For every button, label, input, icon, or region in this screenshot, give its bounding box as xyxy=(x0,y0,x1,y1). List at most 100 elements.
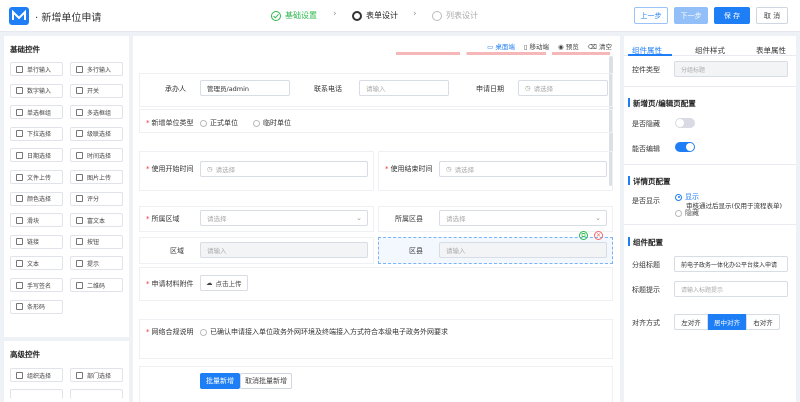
control-time-picker[interactable]: 时间选择 xyxy=(70,148,123,163)
form-row[interactable] xyxy=(139,319,613,359)
control-rich-text[interactable]: 富文本 xyxy=(70,213,123,228)
clear-button[interactable]: ⌫ 清空 xyxy=(588,41,612,51)
control-qrcode[interactable]: 二维码 xyxy=(70,278,123,292)
copy-icon[interactable]: ⧉ xyxy=(579,231,588,240)
step-basic-settings[interactable]: 基础设置 xyxy=(271,10,317,21)
control-link[interactable]: 链接 xyxy=(10,234,63,249)
compliance-checkbox[interactable]: 已确认申请接入单位政务外网环境及终端接入方式符合本级电子政务外网要求 xyxy=(200,327,448,337)
slider-icon xyxy=(16,216,23,224)
show-label: 是否显示 xyxy=(632,197,660,205)
control-signature[interactable]: 手写签名 xyxy=(10,278,63,292)
county-select[interactable]: 请选择 ⌄ xyxy=(439,210,607,226)
step-list-design[interactable]: 列表设计 xyxy=(432,10,478,21)
chevron-right-icon: › xyxy=(333,9,337,19)
align-left-button[interactable]: 左对齐 xyxy=(674,314,708,330)
align-right-button[interactable]: 右对齐 xyxy=(746,314,780,330)
control-color-picker[interactable]: 颜色选择 xyxy=(10,191,63,206)
chevron-right-icon: › xyxy=(413,9,417,19)
district-input[interactable]: 请输入 xyxy=(439,242,607,258)
control-org-select[interactable]: 组织选择 xyxy=(10,368,63,382)
region-label: 区域 xyxy=(170,247,184,255)
desktop-view-button[interactable]: ▭ 桌面端 xyxy=(487,41,515,51)
control-type-label: 控件类型 xyxy=(632,66,660,74)
control-select[interactable]: 下拉选择 xyxy=(10,126,63,141)
phone-input[interactable]: 请输入 xyxy=(359,80,449,96)
check-circle-icon xyxy=(271,10,281,21)
control-text-input[interactable]: 单行输入 xyxy=(10,62,63,76)
tab-component-props[interactable]: 组件属性 xyxy=(632,45,662,56)
link-icon xyxy=(16,238,23,246)
step-form-design[interactable]: 表单设计 xyxy=(352,10,398,21)
textarea-icon xyxy=(76,65,83,73)
control-checkbox-group[interactable]: 多选框组 xyxy=(70,105,123,120)
start-time-picker[interactable]: ◷ 请选择 xyxy=(200,161,368,177)
control-file-upload[interactable]: 文件上传 xyxy=(10,170,63,184)
property-panel xyxy=(624,36,796,402)
region-input[interactable]: 请输入 xyxy=(200,242,368,258)
tab-component-style[interactable]: 组件样式 xyxy=(695,45,725,56)
basic-controls-panel: 基础控件 单行输入 多行输入 数字输入 开关 单选框组 多选框组 下拉选择 级联选择 日期选择时… xyxy=(4,36,129,337)
apply-date-picker[interactable]: ◷ 请选择 xyxy=(518,80,608,96)
section-marker xyxy=(628,237,630,246)
editable-toggle[interactable] xyxy=(675,142,695,152)
control-switch[interactable]: 开关 xyxy=(70,83,123,98)
batch-add-button[interactable]: 批量新增 xyxy=(200,373,240,389)
hide-label: 是否隐藏 xyxy=(632,120,660,128)
control-dept-select[interactable]: 部门选择 xyxy=(70,368,123,382)
tip-icon xyxy=(76,259,83,267)
control-more[interactable] xyxy=(70,389,123,399)
control-more[interactable] xyxy=(10,389,63,399)
control-barcode[interactable]: 条形码 xyxy=(10,299,63,314)
save-button[interactable]: 保 存 xyxy=(714,7,750,24)
section-detail-page-config: 详情页配置 xyxy=(633,177,671,186)
divider xyxy=(624,164,796,165)
group-title-input[interactable]: 前电子政务一体化办公平台接入申请 xyxy=(674,256,788,272)
align-label: 对齐方式 xyxy=(632,319,660,327)
radio-hide[interactable]: 隐藏 xyxy=(675,208,699,218)
file-upload-icon xyxy=(16,173,23,181)
org-icon xyxy=(16,371,23,379)
compliance-label: * 网络合规说明 xyxy=(146,328,194,336)
preview-button[interactable]: ◉ 预览 xyxy=(558,41,579,51)
radio-formal-unit[interactable]: 正式单位 xyxy=(200,118,238,128)
select-icon xyxy=(16,130,23,138)
rate-icon xyxy=(76,195,83,203)
control-text[interactable]: 文本 xyxy=(10,256,63,271)
control-cascader[interactable]: 级联选择 xyxy=(70,126,123,141)
control-date-picker[interactable]: 日期选择 xyxy=(10,148,63,163)
pending-step-icon xyxy=(432,10,442,21)
control-button[interactable]: 按钮 xyxy=(70,234,123,249)
advanced-controls-panel: 高级控件 组织选择 部门选择 xyxy=(4,341,129,402)
prev-step-button[interactable]: 上一步 xyxy=(634,7,668,24)
section-component-config: 组件配置 xyxy=(633,238,663,247)
control-image-upload[interactable]: 图片上传 xyxy=(70,170,123,184)
next-step-button[interactable]: 下一步 xyxy=(674,7,708,24)
control-slider[interactable]: 滑块 xyxy=(10,213,63,228)
control-radio-group[interactable]: 单选框组 xyxy=(10,105,63,120)
align-center-button[interactable]: 居中对齐 xyxy=(708,314,746,330)
title-hint-label: 标题提示 xyxy=(632,286,660,294)
control-tip[interactable]: 提示 xyxy=(70,256,123,271)
phone-label: 联系电话 xyxy=(314,85,342,93)
divider xyxy=(624,224,796,225)
attachment-label: * 申请材料附件 xyxy=(146,280,194,288)
button-icon xyxy=(76,238,83,246)
delete-icon[interactable]: ✕ xyxy=(594,231,603,240)
upload-button[interactable]: ☁ 点击上传 xyxy=(200,275,248,291)
area-select[interactable]: 请选择 ⌄ xyxy=(200,210,368,226)
title-hint-input[interactable]: 请输入标题提示 xyxy=(674,281,788,297)
applicant-input[interactable]: 管理员/admin xyxy=(200,80,290,96)
batch-cancel-button[interactable]: 取消批量新增 xyxy=(240,373,292,389)
apply-date-label: 申请日期 xyxy=(476,85,504,93)
end-time-picker[interactable]: ◷ 请选择 xyxy=(439,161,607,177)
basic-controls-title: 基础控件 xyxy=(10,45,40,54)
hide-toggle[interactable] xyxy=(675,118,695,128)
mobile-view-button[interactable]: ▯ 移动端 xyxy=(524,41,549,51)
cancel-button[interactable]: 取 消 xyxy=(756,7,788,24)
tab-form-props[interactable]: 表单属性 xyxy=(756,45,786,56)
radio-temporary-unit[interactable]: 临时单位 xyxy=(253,118,291,128)
control-textarea[interactable]: 多行输入 xyxy=(70,62,123,76)
control-number-input[interactable]: 数字输入 xyxy=(10,83,63,98)
control-rate[interactable]: 评分 xyxy=(70,191,123,206)
district-label: 区县 xyxy=(409,247,423,255)
